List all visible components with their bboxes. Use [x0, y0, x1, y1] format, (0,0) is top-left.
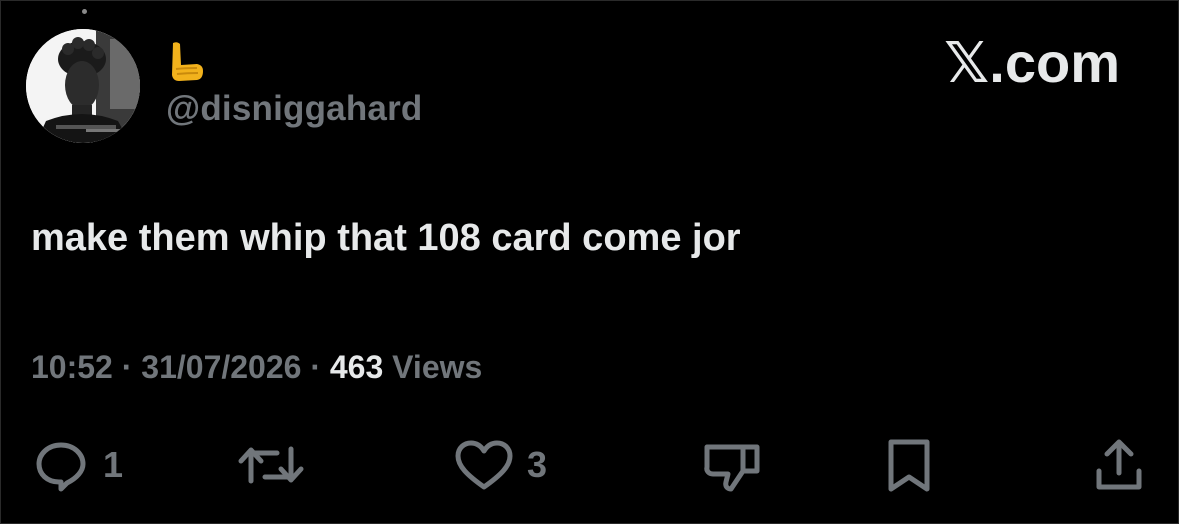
tweet-date[interactable]: 31/07/2026 — [141, 349, 301, 385]
brand-logo: 𝕏.com — [944, 33, 1120, 93]
reply-button[interactable]: 1 — [31, 437, 123, 493]
retweet-button[interactable] — [237, 437, 305, 493]
reply-count: 1 — [103, 444, 124, 485]
dislike-button[interactable] — [701, 437, 763, 493]
avatar[interactable] — [26, 29, 140, 143]
name-emoji-icon — [167, 41, 207, 83]
brand-text: 𝕏.com — [944, 31, 1120, 94]
dislike-icon — [704, 444, 760, 492]
top-indicator-dot — [82, 9, 87, 14]
like-count: 3 — [527, 444, 548, 485]
tweet-card: @disniggahard 𝕏.com make them whip that … — [0, 0, 1179, 524]
user-handle[interactable]: @disniggahard — [166, 89, 422, 129]
views-count: 463 — [329, 349, 384, 385]
meta-separator: · — [121, 349, 133, 385]
bookmark-button[interactable] — [879, 437, 939, 493]
share-icon — [1096, 439, 1142, 490]
retweet-icon — [238, 446, 304, 484]
meta-separator: · — [310, 349, 321, 385]
share-button[interactable] — [1089, 437, 1149, 493]
reply-icon — [36, 442, 86, 492]
views-label: Views — [392, 349, 483, 385]
tweet-time[interactable]: 10:52 — [31, 349, 113, 385]
bookmark-icon — [888, 439, 930, 492]
like-icon — [455, 440, 513, 490]
tweet-meta: 10:52 · 31/07/2026 · 463 Views — [31, 349, 482, 386]
avatar-photo — [26, 29, 140, 143]
like-button[interactable]: 3 — [453, 437, 547, 493]
action-bar: 1 3 — [1, 437, 1179, 493]
tweet-text: make them whip that 108 card come jor — [31, 217, 741, 259]
